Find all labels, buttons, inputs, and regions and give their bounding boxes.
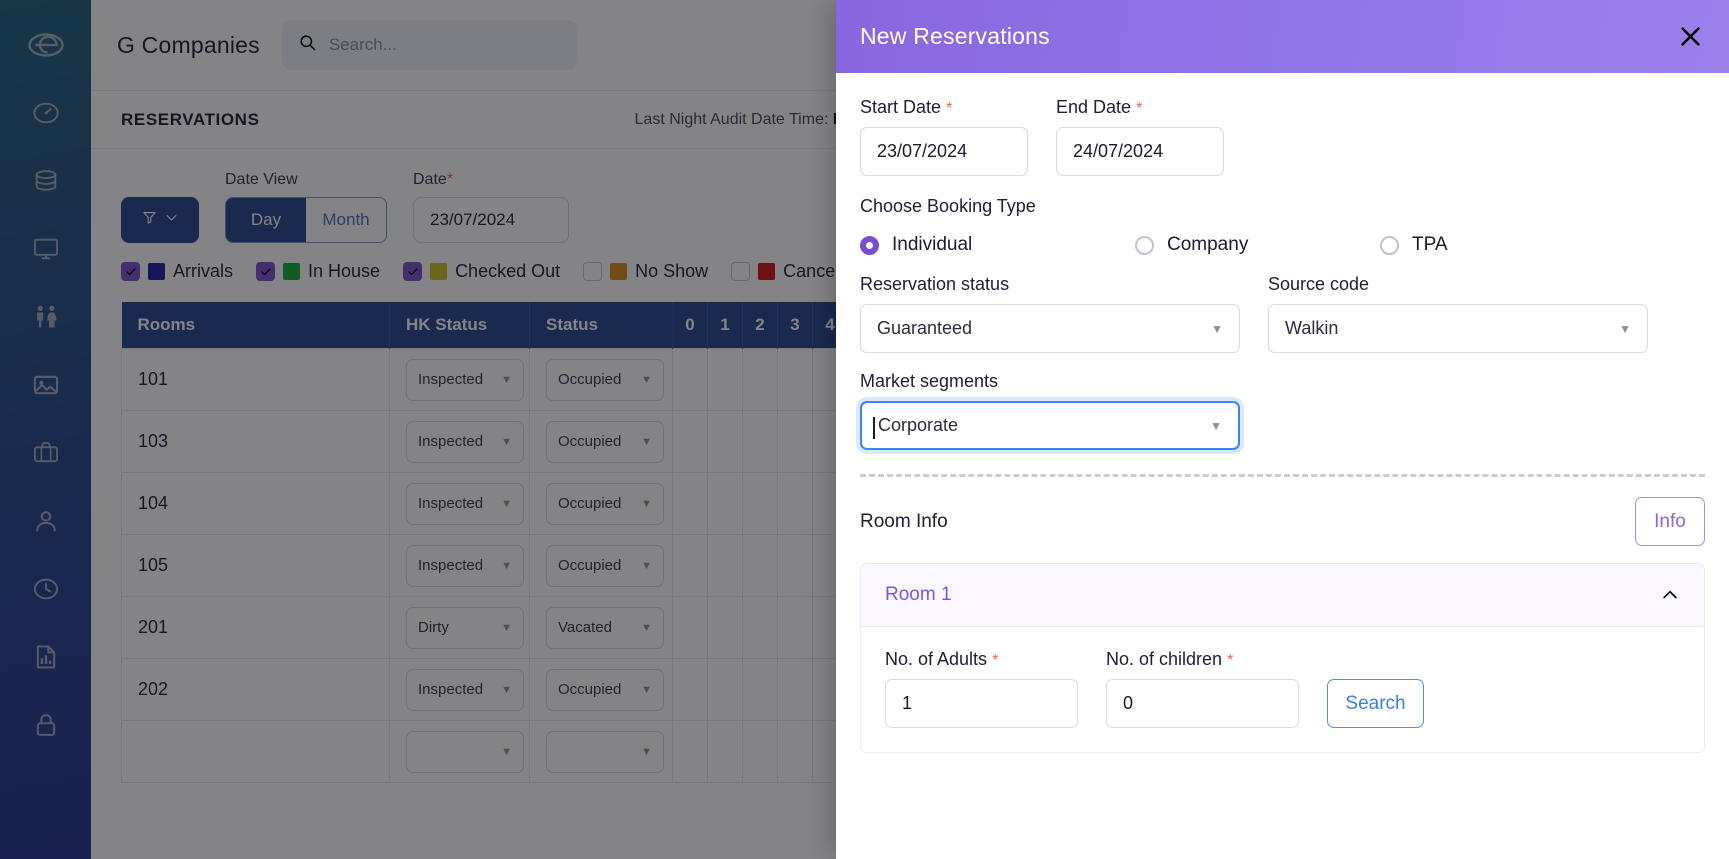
children-input[interactable]: 0 xyxy=(1106,679,1299,728)
drawer-title: New Reservations xyxy=(860,23,1050,49)
adults-group: No. of Adults * 1 xyxy=(885,649,1078,728)
adults-input[interactable]: 1 xyxy=(885,679,1078,728)
start-date-label-text: Start Date xyxy=(860,97,942,117)
chevron-up-icon[interactable] xyxy=(1660,585,1680,605)
radio-individual-control[interactable] xyxy=(860,235,879,255)
room-info-title: Room Info xyxy=(860,510,948,532)
end-date-group: End Date * 24/07/2024 xyxy=(1056,97,1224,176)
booking-type-radio-group: Individual Company TPA xyxy=(860,234,1705,256)
room-accordion-title: Room 1 xyxy=(885,584,952,605)
chevron-down-icon: ▼ xyxy=(1211,321,1223,336)
end-date-required-marker: * xyxy=(1136,100,1143,117)
end-date-label: End Date * xyxy=(1056,97,1224,118)
room-accordion-header[interactable]: Room 1 xyxy=(861,564,1704,627)
room-accordion: Room 1 No. of Adults * 1 No. of children… xyxy=(860,563,1705,753)
radio-tpa-label: TPA xyxy=(1412,234,1448,255)
app-root: G Companies Search... RESERVATIONS Last … xyxy=(0,0,1729,859)
drawer-header: New Reservations xyxy=(836,0,1729,73)
search-rooms-button[interactable]: Search xyxy=(1327,679,1424,728)
new-reservations-drawer: New Reservations Start Date * 23/07/2024… xyxy=(836,0,1729,859)
end-date-field[interactable]: 24/07/2024 xyxy=(1056,127,1224,176)
source-code-group: Source code Walkin ▼ xyxy=(1268,274,1648,353)
start-date-field[interactable]: 23/07/2024 xyxy=(860,127,1028,176)
children-required-marker: * xyxy=(1227,652,1234,669)
radio-company[interactable]: Company xyxy=(1135,234,1380,256)
radio-tpa-control[interactable] xyxy=(1380,235,1399,255)
market-segments-row: Market segments Corporate ▼ xyxy=(860,371,1705,450)
children-label-text: No. of children xyxy=(1106,649,1223,669)
market-segments-value: Corporate xyxy=(872,415,959,439)
radio-individual-label: Individual xyxy=(892,234,973,255)
room-accordion-body: No. of Adults * 1 No. of children * 0 Se… xyxy=(861,627,1704,752)
market-segments-label: Market segments xyxy=(860,371,999,391)
room-info-row: Room Info Info xyxy=(860,497,1705,546)
reservation-status-value: Guaranteed xyxy=(877,318,973,338)
radio-tpa[interactable]: TPA xyxy=(1380,234,1448,256)
children-group: No. of children * 0 xyxy=(1106,649,1299,728)
close-icon[interactable] xyxy=(1677,23,1704,50)
start-date-group: Start Date * 23/07/2024 xyxy=(860,97,1028,176)
info-button[interactable]: Info xyxy=(1635,497,1705,546)
market-segments-select[interactable]: Corporate ▼ xyxy=(860,401,1240,450)
children-label: No. of children * xyxy=(1106,649,1299,670)
reservation-status-select[interactable]: Guaranteed ▼ xyxy=(860,304,1240,353)
reservation-status-group: Reservation status Guaranteed ▼ xyxy=(860,274,1240,353)
status-source-row: Reservation status Guaranteed ▼ Source c… xyxy=(860,274,1705,353)
adults-required-marker: * xyxy=(992,652,999,669)
market-segments-group: Market segments Corporate ▼ xyxy=(860,371,1240,450)
booking-type-title: Choose Booking Type xyxy=(860,196,1036,216)
start-date-required-marker: * xyxy=(946,100,953,117)
radio-company-control[interactable] xyxy=(1135,235,1154,255)
radio-individual[interactable]: Individual xyxy=(860,234,1135,256)
adults-label: No. of Adults * xyxy=(885,649,1078,670)
source-code-value: Walkin xyxy=(1285,318,1339,338)
source-code-label: Source code xyxy=(1268,274,1370,294)
chevron-down-icon: ▼ xyxy=(1619,321,1631,336)
drawer-body: Start Date * 23/07/2024 End Date * 24/07… xyxy=(836,73,1729,859)
adults-label-text: No. of Adults xyxy=(885,649,988,669)
date-range-row: Start Date * 23/07/2024 End Date * 24/07… xyxy=(860,97,1705,176)
chevron-down-icon: ▼ xyxy=(1210,418,1222,433)
section-divider xyxy=(860,474,1705,477)
start-date-label: Start Date * xyxy=(860,97,1028,118)
reservation-status-label: Reservation status xyxy=(860,274,1010,294)
occupancy-fields: No. of Adults * 1 No. of children * 0 Se… xyxy=(885,649,1680,728)
radio-company-label: Company xyxy=(1167,234,1249,255)
source-code-select[interactable]: Walkin ▼ xyxy=(1268,304,1648,353)
end-date-label-text: End Date xyxy=(1056,97,1132,117)
